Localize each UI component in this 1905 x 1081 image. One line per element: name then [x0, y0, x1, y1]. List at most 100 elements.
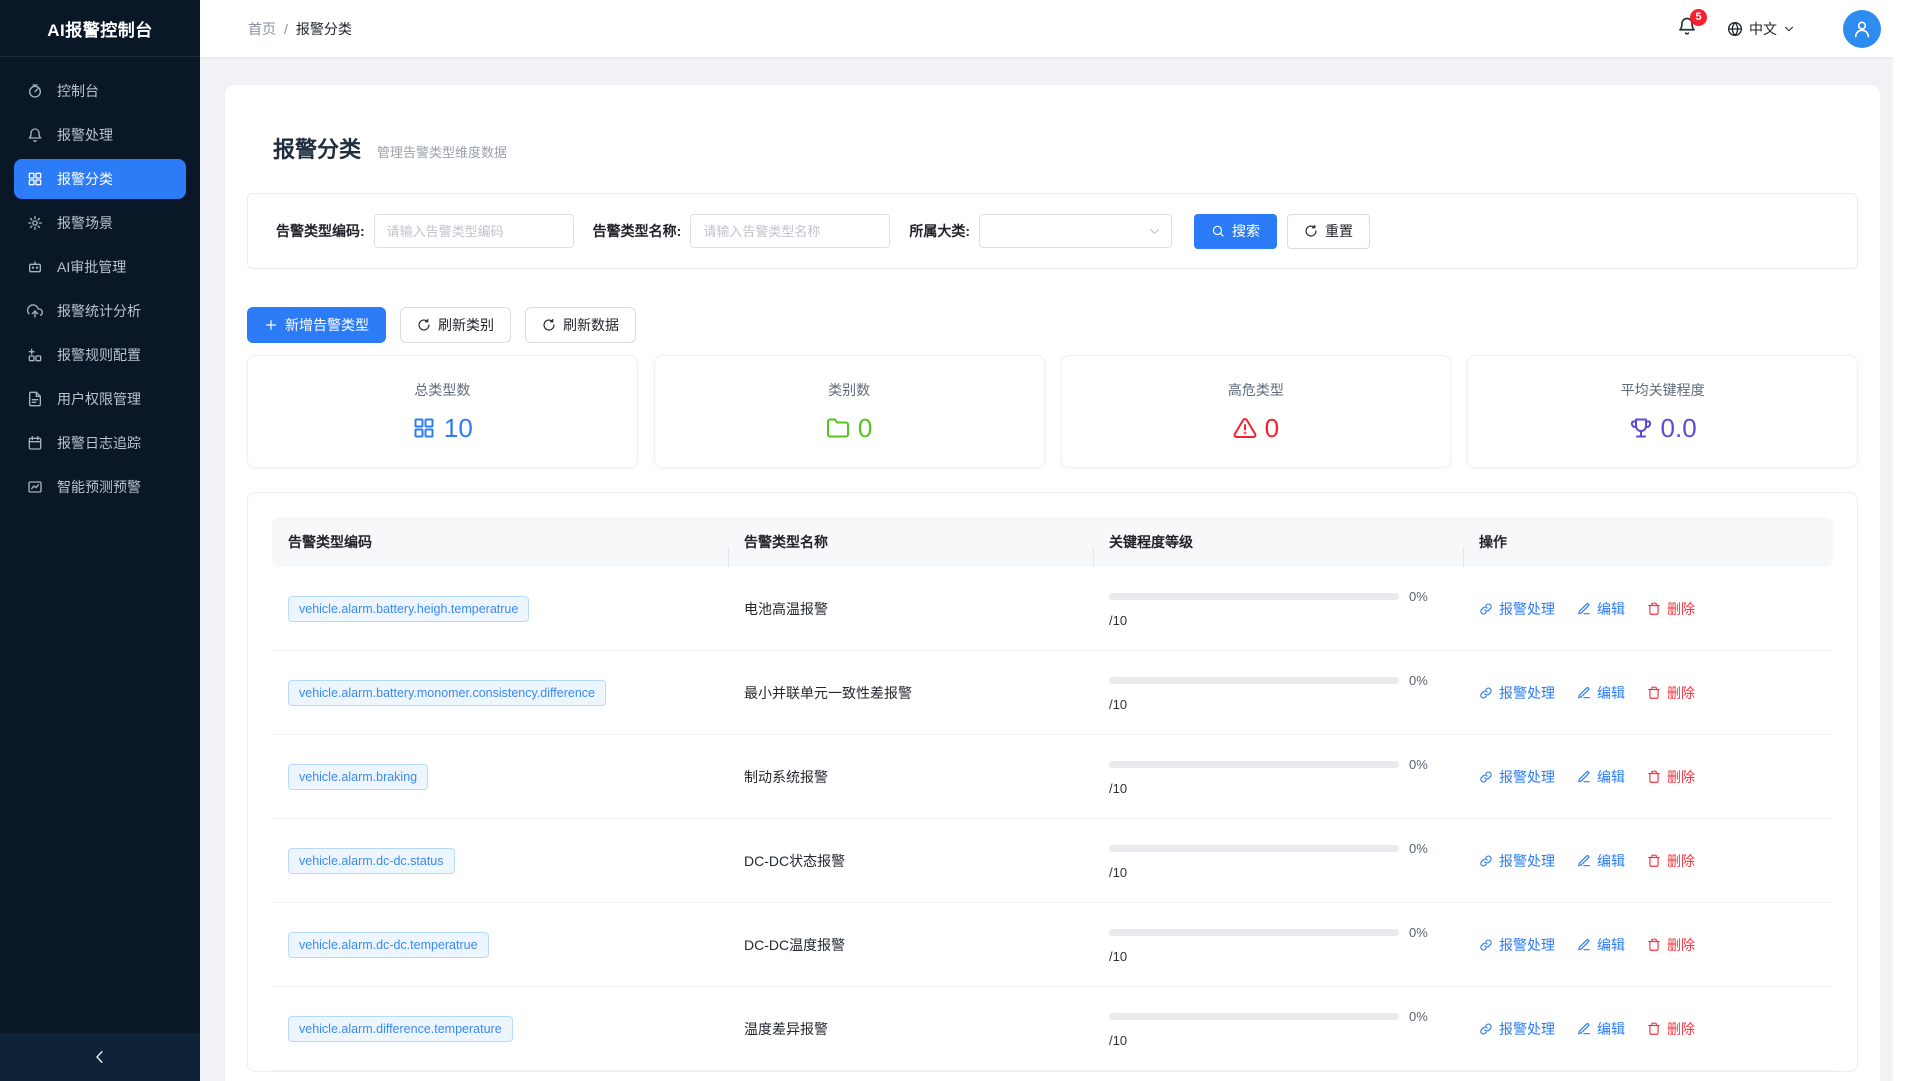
language-label: 中文: [1749, 19, 1777, 39]
sidebar-item[interactable]: 报警统计分析: [14, 291, 186, 331]
link-icon: [1479, 770, 1493, 784]
notifications-button[interactable]: 5: [1677, 16, 1697, 42]
breadcrumb-home[interactable]: 首页: [248, 19, 276, 39]
search-button[interactable]: 搜索: [1194, 214, 1277, 249]
alarm-code-chip[interactable]: vehicle.alarm.dc-dc.status: [288, 848, 455, 874]
edit-link[interactable]: 编辑: [1577, 851, 1625, 871]
user-avatar[interactable]: [1843, 10, 1881, 48]
alarm-code-chip[interactable]: vehicle.alarm.difference.temperature: [288, 1016, 513, 1042]
category-select[interactable]: [979, 214, 1172, 248]
criticality-percent: 0%: [1409, 673, 1428, 688]
delete-link[interactable]: 删除: [1647, 599, 1695, 619]
alarm-code-chip[interactable]: vehicle.alarm.battery.monomer.consistenc…: [288, 680, 606, 706]
handle-alarm-link[interactable]: 报警处理: [1479, 683, 1555, 703]
handle-alarm-link[interactable]: 报警处理: [1479, 851, 1555, 871]
criticality-progress-bar: [1109, 1013, 1399, 1020]
alarm-bell-icon: [27, 127, 43, 143]
criticality-cell: 0% /10: [1109, 925, 1463, 964]
alarm-type-table: 告警类型编码 告警类型名称 关键程度等级 操作 vehicle.alarm.ba…: [247, 492, 1858, 1072]
reset-button[interactable]: 重置: [1287, 214, 1370, 249]
handle-alarm-link[interactable]: 报警处理: [1479, 1019, 1555, 1039]
criticality-cell: 0% /10: [1109, 757, 1463, 796]
sidebar-item[interactable]: 用户权限管理: [14, 379, 186, 419]
chevron-left-icon: [91, 1048, 109, 1066]
criticality-percent: 0%: [1409, 1009, 1428, 1024]
scrollbar-track[interactable]: [1893, 0, 1905, 1081]
criticality-progress-bar: [1109, 761, 1399, 768]
sidebar-item-label: 报警统计分析: [57, 301, 141, 321]
name-input[interactable]: [690, 214, 890, 248]
sidebar-item[interactable]: AI审批管理: [14, 247, 186, 287]
trash-icon: [1647, 770, 1661, 784]
criticality-percent: 0%: [1409, 757, 1428, 772]
table-row: vehicle.alarm.dc-dc.temperatrue DC-DC温度报…: [272, 903, 1833, 987]
stat-value: 10: [412, 413, 473, 444]
alarm-name: 电池高温报警: [744, 601, 828, 617]
alarm-name: 最小并联单元一致性差报警: [744, 685, 912, 701]
edit-link[interactable]: 编辑: [1577, 1019, 1625, 1039]
filter-bar: 告警类型编码: 告警类型名称: 所属大类: 搜索: [247, 193, 1858, 269]
sidebar-item[interactable]: 报警场景: [14, 203, 186, 243]
code-input[interactable]: [374, 214, 574, 248]
handle-alarm-link[interactable]: 报警处理: [1479, 599, 1555, 619]
sidebar-item[interactable]: 控制台: [14, 71, 186, 111]
warning-triangle-icon: [1233, 416, 1257, 440]
refresh-category-button[interactable]: 刷新类别: [400, 307, 511, 343]
breadcrumb-current: 报警分类: [296, 19, 352, 39]
calendar-icon: [27, 435, 43, 451]
alarm-name: 温度差异报警: [744, 1021, 828, 1037]
alarm-name: 制动系统报警: [744, 769, 828, 785]
alarm-code-chip[interactable]: vehicle.alarm.braking: [288, 764, 428, 790]
content-card: 报警分类 管理告警类型维度数据 告警类型编码: 告警类型名称: 所属大类:: [225, 85, 1880, 1081]
delete-link[interactable]: 删除: [1647, 851, 1695, 871]
sidebar-item[interactable]: 报警日志追踪: [14, 423, 186, 463]
delete-link[interactable]: 删除: [1647, 1019, 1695, 1039]
link-icon: [1479, 938, 1493, 952]
sidebar-collapse-button[interactable]: [0, 1033, 200, 1081]
delete-link[interactable]: 删除: [1647, 683, 1695, 703]
edit-pencil-icon: [1577, 854, 1591, 868]
grid-icon: [412, 416, 436, 440]
edit-link[interactable]: 编辑: [1577, 599, 1625, 619]
sidebar-item-label: 用户权限管理: [57, 389, 141, 409]
alarm-code-chip[interactable]: vehicle.alarm.dc-dc.temperatrue: [288, 932, 489, 958]
handle-alarm-link[interactable]: 报警处理: [1479, 935, 1555, 955]
document-icon: [27, 391, 43, 407]
stat-label: 平均关键程度: [1621, 380, 1705, 400]
code-label: 告警类型编码:: [276, 221, 365, 241]
sidebar-menu: 控制台 报警处理 报警分类 报警场景 AI审批管理 报警统计分析 报警规则配置 …: [0, 57, 200, 507]
refresh-data-button[interactable]: 刷新数据: [525, 307, 636, 343]
criticality-progress-bar: [1109, 845, 1399, 852]
top-header: 首页 / 报警分类 5 中文: [200, 0, 1905, 57]
criticality-scale: /10: [1109, 781, 1463, 796]
user-icon: [1852, 19, 1872, 39]
criticality-scale: /10: [1109, 865, 1463, 880]
alarm-name: DC-DC状态报警: [744, 853, 845, 869]
edit-link[interactable]: 编辑: [1577, 935, 1625, 955]
sidebar-item-label: 报警分类: [57, 169, 113, 189]
table-header: 告警类型编码 告警类型名称 关键程度等级 操作: [272, 517, 1833, 567]
rules-grid-icon: [27, 347, 43, 363]
filter-code: 告警类型编码:: [276, 214, 574, 248]
refresh-icon: [417, 318, 431, 332]
alarm-code-chip[interactable]: vehicle.alarm.battery.heigh.temperatrue: [288, 596, 529, 622]
category-label: 所属大类:: [909, 221, 970, 241]
edit-link[interactable]: 编辑: [1577, 683, 1625, 703]
stat-card: 平均关键程度 0.0: [1467, 355, 1858, 468]
criticality-scale: /10: [1109, 697, 1463, 712]
toolbar: 新增告警类型 刷新类别 刷新数据: [247, 307, 1858, 343]
delete-link[interactable]: 删除: [1647, 935, 1695, 955]
filter-name: 告警类型名称:: [593, 214, 891, 248]
handle-alarm-link[interactable]: 报警处理: [1479, 767, 1555, 787]
add-alarm-type-button[interactable]: 新增告警类型: [247, 307, 386, 343]
sidebar-item[interactable]: 报警处理: [14, 115, 186, 155]
table-row: vehicle.alarm.dc-dc.status DC-DC状态报警 0% …: [272, 819, 1833, 903]
sidebar-item[interactable]: 智能预测预警: [14, 467, 186, 507]
delete-link[interactable]: 删除: [1647, 767, 1695, 787]
language-switcher[interactable]: 中文: [1727, 19, 1795, 39]
folder-icon: [826, 416, 850, 440]
edit-link[interactable]: 编辑: [1577, 767, 1625, 787]
trophy-icon: [1629, 416, 1653, 440]
sidebar-item[interactable]: 报警分类: [14, 159, 186, 199]
sidebar-item[interactable]: 报警规则配置: [14, 335, 186, 375]
